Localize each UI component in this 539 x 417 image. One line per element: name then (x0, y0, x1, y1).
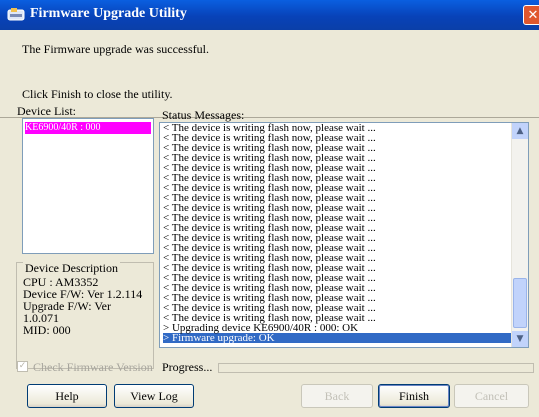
status-messages-list[interactable]: < The device is writing flash now, pleas… (159, 122, 529, 348)
success-message: The Firmware upgrade was successful. (22, 42, 209, 56)
device-description-title: Device Description (23, 261, 120, 276)
device-list-label: Device List: (17, 104, 76, 118)
finish-button[interactable]: Finish (378, 384, 450, 408)
help-button[interactable]: Help (27, 384, 107, 408)
close-button[interactable]: ✕ (523, 5, 539, 25)
window-title: Firmware Upgrade Utility (30, 6, 187, 21)
scroll-down-icon[interactable]: ▼ (512, 331, 528, 347)
close-icon: ✕ (527, 8, 539, 23)
status-messages-label: Status Messages: (162, 108, 245, 122)
status-lines: < The device is writing flash now, pleas… (163, 123, 511, 344)
progress-label: Progress... (162, 360, 213, 374)
scroll-thumb[interactable] (513, 278, 527, 328)
scroll-up-icon[interactable]: ▲ (512, 123, 528, 139)
device-list[interactable]: KE6900/40R : 000 (22, 118, 154, 254)
status-line[interactable]: > Firmware upgrade: OK (163, 333, 511, 344)
view-log-button[interactable]: View Log (114, 384, 194, 408)
device-description-group: Device Description CPU : AM3352 Device F… (16, 261, 154, 369)
check-version-checkbox[interactable]: ✓ (17, 361, 28, 372)
device-list-item[interactable]: KE6900/40R : 000 (25, 122, 151, 134)
vertical-scrollbar[interactable]: ▲ ▼ (511, 123, 528, 347)
app-icon (7, 6, 25, 24)
back-button[interactable]: Back (301, 384, 373, 408)
instruction-message: Click Finish to close the utility. (22, 87, 173, 101)
progress-bar (218, 363, 534, 373)
device-mid: MID: 000 (23, 323, 71, 337)
cancel-button[interactable]: Cancel (454, 384, 529, 408)
check-version-label: Check Firmware Version (33, 360, 153, 374)
title-bar[interactable]: Firmware Upgrade Utility (0, 0, 539, 30)
